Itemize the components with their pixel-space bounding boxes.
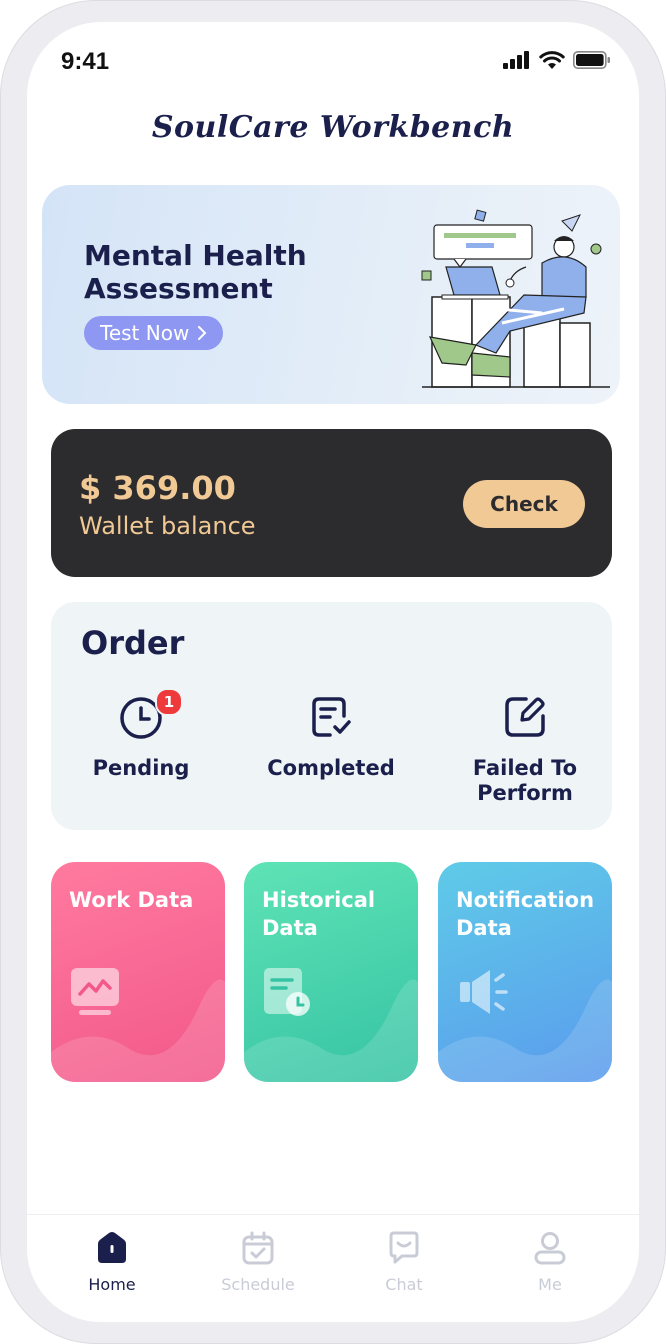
order-item-icon-wrap: 1 (51, 688, 231, 744)
tab-label: Me (538, 1275, 562, 1294)
battery-icon (573, 51, 610, 69)
order-item-label: Pending (92, 756, 190, 780)
banner-title: Mental Health Assessment (84, 239, 307, 305)
status-icons (503, 50, 611, 69)
phone-frame: 9:41 SoulCare Workbench Mental Health As… (0, 0, 666, 1344)
tab-home[interactable]: Home (52, 1231, 172, 1294)
wifi-icon (539, 51, 565, 69)
calendar-icon (242, 1231, 274, 1265)
card-label: Notification Data (456, 888, 595, 940)
tab-schedule[interactable]: Schedule (198, 1231, 318, 1294)
status-time: 9:41 (61, 48, 110, 75)
document-clock-icon (264, 968, 310, 1016)
historical-data-card[interactable]: Historical Data (244, 862, 418, 1082)
tab-me[interactable]: Me (490, 1231, 610, 1294)
card-label: Historical Data (262, 888, 376, 940)
test-now-label: Test Now (100, 321, 190, 345)
chat-icon (389, 1231, 419, 1264)
bottom-tab-bar: Home Schedule Chat Me (27, 1214, 639, 1322)
order-item-label: Failed To Perform (472, 756, 578, 805)
app-screen: 9:41 SoulCare Workbench Mental Health As… (27, 22, 639, 1322)
order-item-label: Completed (267, 756, 395, 780)
assessment-banner[interactable]: Mental Health Assessment Test Now (42, 185, 620, 404)
signal-icon (503, 51, 529, 69)
tab-label: Schedule (221, 1275, 295, 1294)
order-item-pending[interactable]: 1 Pending (51, 688, 231, 781)
order-title: Order (81, 624, 185, 662)
card-label: Work Data (69, 888, 194, 912)
chevron-right-icon (198, 326, 207, 340)
note-check-icon (312, 697, 351, 737)
work-data-card[interactable]: Work Data (51, 862, 225, 1082)
wallet-amount: $ 369.00 (79, 469, 236, 507)
notification-data-card[interactable]: Notification Data (438, 862, 612, 1082)
order-item-icon-wrap (435, 694, 615, 744)
test-now-button[interactable]: Test Now (84, 316, 224, 350)
order-item-completed[interactable]: Completed (241, 694, 421, 781)
wallet-label: Wallet balance (79, 512, 256, 540)
user-icon (534, 1232, 566, 1265)
page-title: SoulCare Workbench (151, 110, 515, 145)
tab-chat[interactable]: Chat (344, 1231, 464, 1294)
home-icon (98, 1232, 126, 1263)
tab-label: Home (88, 1275, 136, 1294)
person-laptop-illustration (421, 209, 610, 388)
wallet-card: $ 369.00 Wallet balance Check (51, 429, 612, 577)
order-section: Order 1 Pending Completed Failed To Perf… (51, 602, 612, 830)
speaker-icon (460, 970, 508, 1014)
tab-label: Chat (385, 1275, 423, 1294)
pending-badge: 1 (155, 688, 183, 716)
order-item-failed[interactable]: Failed To Perform (435, 694, 615, 806)
edit-icon (505, 697, 545, 737)
chart-monitor-icon (71, 968, 119, 1015)
check-wallet-button[interactable]: Check (463, 480, 585, 528)
order-item-icon-wrap (241, 694, 421, 744)
